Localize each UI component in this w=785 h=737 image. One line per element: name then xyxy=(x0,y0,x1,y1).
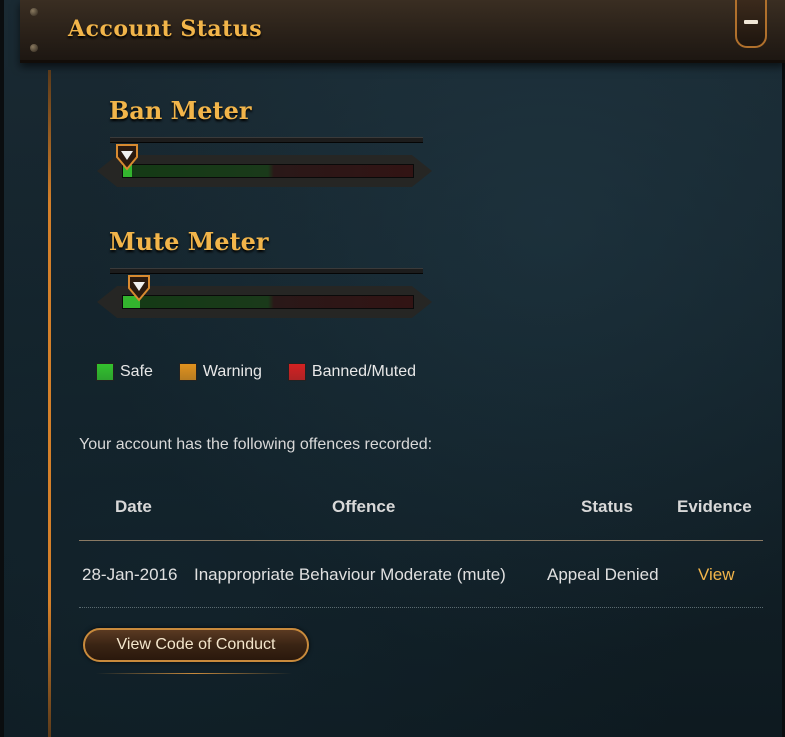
table-header-divider xyxy=(79,540,763,541)
warning-swatch xyxy=(178,363,197,381)
view-evidence-link[interactable]: View xyxy=(698,565,735,585)
divider xyxy=(110,268,423,274)
legend-label: Banned/Muted xyxy=(311,363,416,380)
meter-legend: Safe Warning Banned/Muted xyxy=(96,362,442,382)
offence-description: Inappropriate Behaviour Moderate (mute) xyxy=(194,565,506,584)
offence-status: Appeal Denied xyxy=(547,565,659,584)
col-header-status: Status xyxy=(581,497,633,516)
legend-banned: Banned/Muted xyxy=(287,363,416,381)
mute-meter-bar xyxy=(122,295,414,309)
col-header-offence: Offence xyxy=(332,497,396,516)
col-header-evidence: Evidence xyxy=(677,497,752,516)
divider xyxy=(110,137,423,143)
ban-meter-title: Ban Meter xyxy=(109,96,252,125)
offences-intro: Your account has the following offences … xyxy=(79,436,433,453)
offence-date: 28-Jan-2016 xyxy=(82,565,178,584)
panel-header: Account Status xyxy=(20,0,785,63)
ban-meter-bar xyxy=(122,164,414,178)
collapse-button[interactable] xyxy=(735,0,767,48)
rivet-icon xyxy=(30,44,38,52)
col-header-date: Date xyxy=(115,497,152,516)
panel-title: Account Status xyxy=(68,16,263,42)
mute-meter-marker-icon xyxy=(128,275,150,302)
mute-meter-title: Mute Meter xyxy=(109,227,269,256)
legend-warning: Warning xyxy=(178,363,262,381)
legend-label: Warning xyxy=(202,363,262,380)
minus-icon xyxy=(744,20,758,24)
banned-swatch xyxy=(287,363,306,381)
legend-label: Safe xyxy=(120,363,153,380)
view-code-of-conduct-button[interactable]: View Code of Conduct xyxy=(83,628,309,662)
table-row-divider xyxy=(79,607,763,608)
ban-meter-marker-icon xyxy=(116,144,138,171)
decorative-underline xyxy=(96,673,292,674)
safe-swatch xyxy=(96,363,114,381)
legend-safe: Safe xyxy=(96,363,153,381)
rivet-icon xyxy=(30,8,38,16)
decorative-rail xyxy=(48,70,51,737)
